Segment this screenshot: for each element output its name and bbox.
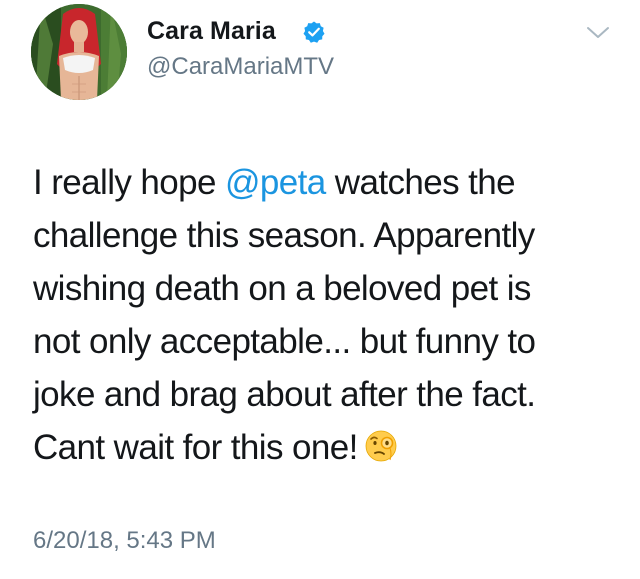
tweet-text-segment: I really hope — [33, 163, 225, 202]
profile-photo-icon — [31, 4, 127, 100]
tweet-line: challenge this season. Apparently — [33, 216, 535, 255]
tweet-line: wishing death on a beloved pet is — [33, 269, 531, 308]
tweet-line: joke and brag about after the fact. — [33, 375, 536, 414]
author-handle[interactable]: @CaraMariaMTV — [147, 53, 334, 81]
avatar[interactable] — [31, 4, 127, 100]
tweet-line: not only acceptable... but funny to — [33, 322, 536, 361]
mention-link[interactable]: @peta — [225, 163, 326, 202]
face-with-monocle-icon — [365, 430, 397, 462]
tweet-timestamp[interactable]: 6/20/18, 5:43 PM — [33, 526, 216, 556]
verified-badge-icon — [303, 21, 325, 43]
author-display-name[interactable]: Cara Maria — [147, 16, 276, 46]
tweet-line: I really hope @peta watches the — [33, 156, 623, 209]
tweet-text-segment: watches the — [325, 163, 516, 202]
chevron-down-icon[interactable] — [585, 24, 611, 42]
tweet-text-segment: Cant wait for this one! — [33, 428, 358, 467]
tweet-text: I really hope @peta watches the challeng… — [33, 156, 623, 474]
tweet-line: Cant wait for this one! — [33, 421, 623, 474]
tweet-card: Cara Maria @CaraMariaMTV I really hope @… — [0, 0, 640, 579]
